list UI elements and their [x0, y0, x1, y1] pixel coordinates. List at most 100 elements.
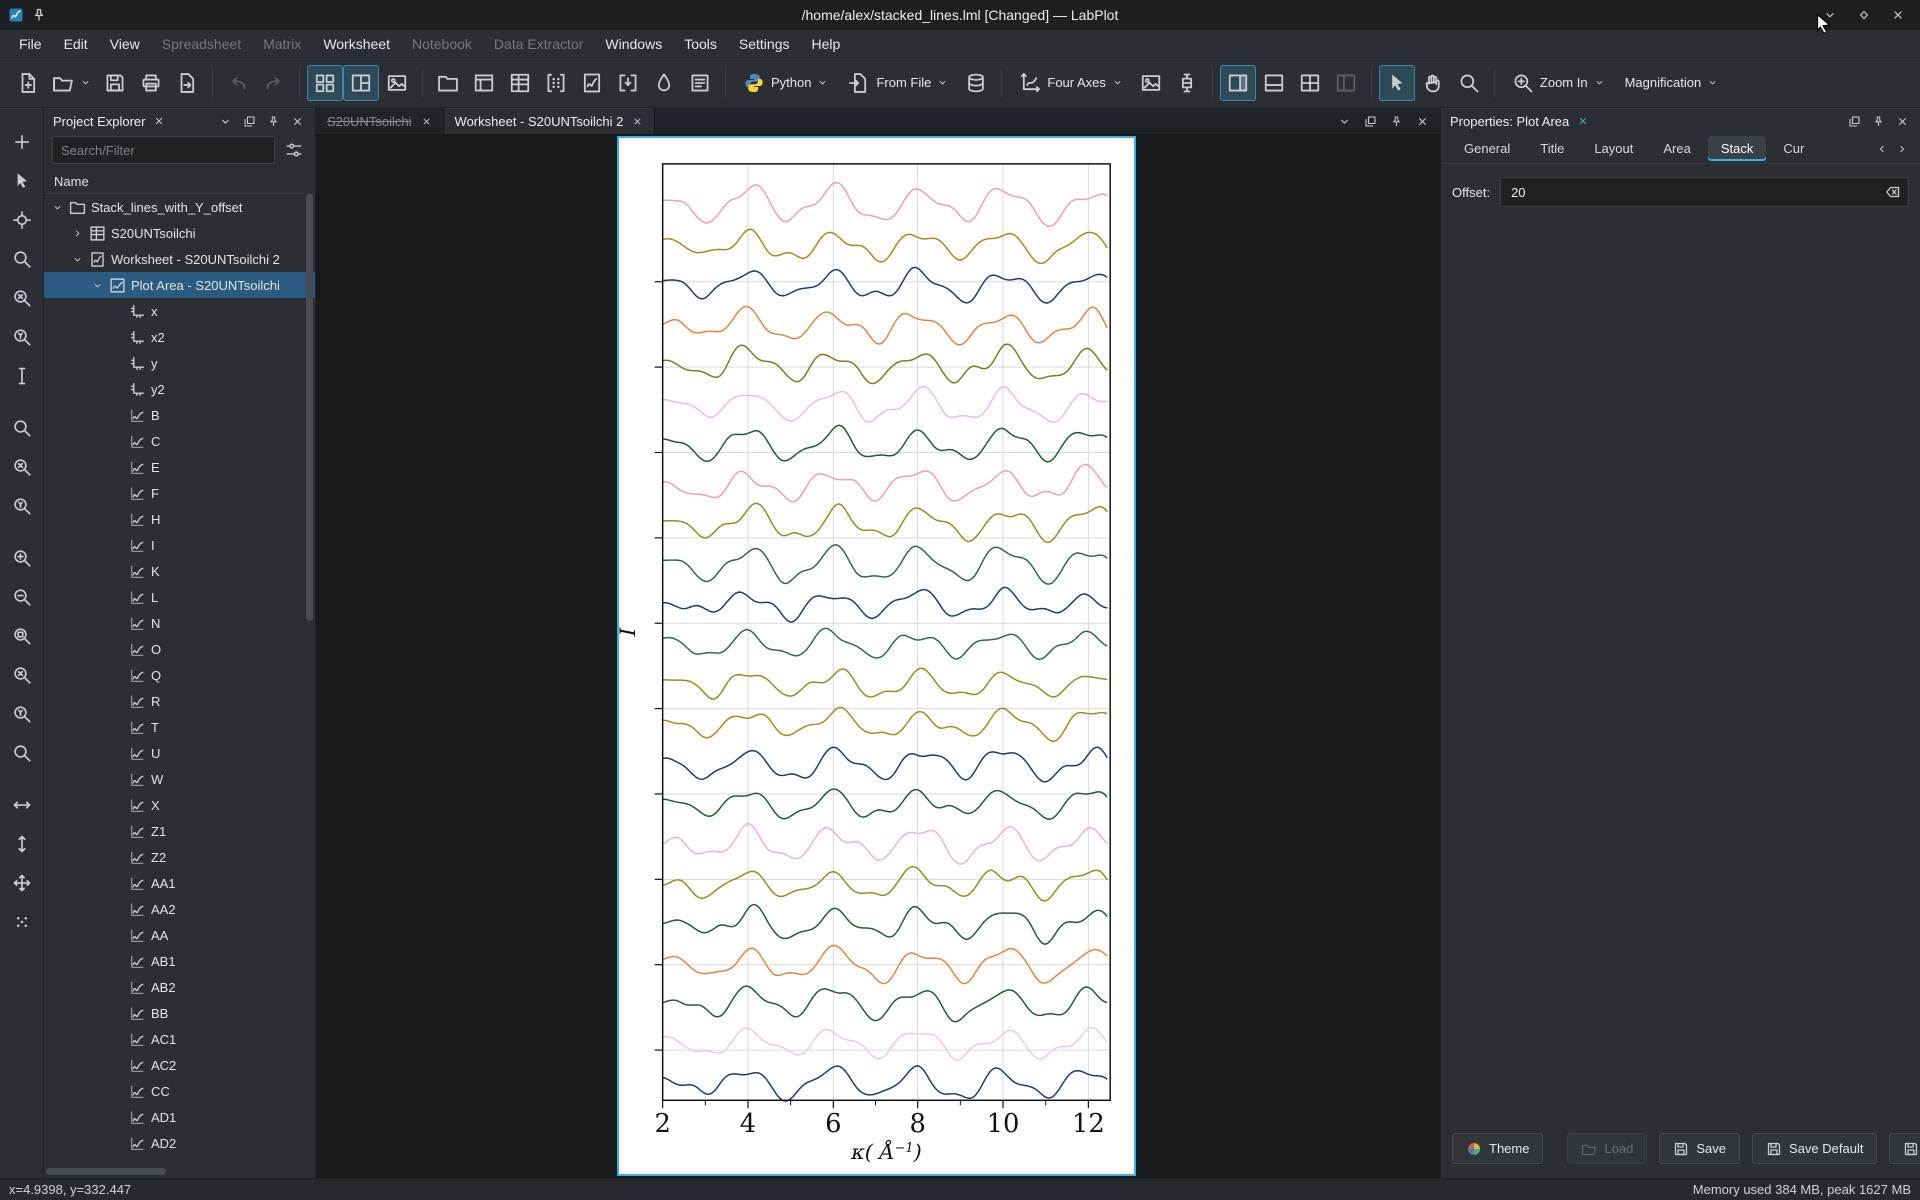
- tree-item-y2[interactable]: y2: [44, 376, 315, 402]
- curve-B[interactable]: [662, 181, 1108, 228]
- save-project-button[interactable]: [97, 65, 133, 101]
- new-folder-button[interactable]: [430, 65, 466, 101]
- properties-tab-general[interactable]: General: [1451, 136, 1523, 161]
- new-live-data-button[interactable]: [610, 65, 646, 101]
- zoom-fit-y-tool[interactable]: [10, 702, 34, 726]
- tree-item-ad1[interactable]: AD1: [44, 1104, 315, 1130]
- curve-E[interactable]: [662, 266, 1108, 304]
- add-plot-tool[interactable]: [10, 130, 34, 154]
- tree-item-h[interactable]: H: [44, 506, 315, 532]
- clear-offset-button[interactable]: [1884, 183, 1902, 201]
- menu-file[interactable]: File: [8, 33, 53, 55]
- close-button[interactable]: [1884, 4, 1912, 26]
- zoom-y-select-tool[interactable]: [10, 325, 34, 349]
- titlebar[interactable]: /home/alex/stacked_lines.lml [Changed] —…: [0, 0, 1920, 30]
- new-notebook-python-button[interactable]: Python: [733, 65, 838, 101]
- tabbar-close-button[interactable]: [1414, 113, 1431, 130]
- menu-edit[interactable]: Edit: [53, 33, 99, 55]
- redo-button[interactable]: [256, 65, 292, 101]
- curve-K[interactable]: [662, 424, 1108, 463]
- scroll-tabs-left-button[interactable]: [1873, 140, 1890, 157]
- dock-close-button[interactable]: [1576, 114, 1590, 128]
- curve-W[interactable]: [662, 746, 1108, 783]
- zoom-out-tool[interactable]: [10, 585, 34, 609]
- tree-item-u[interactable]: U: [44, 740, 315, 766]
- menu-tools[interactable]: Tools: [673, 33, 728, 55]
- menu-help[interactable]: Help: [800, 33, 851, 55]
- add-plot-four-axes-button[interactable]: Four Axes: [1009, 65, 1133, 101]
- minimize-button[interactable]: [1816, 4, 1844, 26]
- split-windows-button[interactable]: [343, 64, 379, 101]
- menu-settings[interactable]: Settings: [728, 33, 801, 55]
- shift-vertical-tool[interactable]: [10, 832, 34, 856]
- filter-options-button[interactable]: [281, 137, 307, 163]
- dock-layout-bottom-button[interactable]: [1256, 65, 1292, 101]
- dock-float-button[interactable]: [241, 113, 258, 130]
- tree-horizontal-scrollbar[interactable]: [46, 1167, 301, 1176]
- maximize-button[interactable]: [1850, 4, 1878, 26]
- menu-windows[interactable]: Windows: [594, 33, 673, 55]
- tree-item-z2[interactable]: Z2: [44, 844, 315, 870]
- curve-Z1[interactable]: [662, 823, 1108, 865]
- new-workbook-button[interactable]: [466, 65, 502, 101]
- import-from-file-button[interactable]: From File: [838, 65, 958, 101]
- data-picker-button[interactable]: [646, 65, 682, 101]
- export-image-button[interactable]: [379, 65, 415, 101]
- tree-item-w[interactable]: W: [44, 766, 315, 792]
- new-note-button[interactable]: [682, 65, 718, 101]
- curve-Z2[interactable]: [662, 865, 1108, 902]
- open-project-button[interactable]: [46, 65, 97, 101]
- tab-close-icon[interactable]: [632, 116, 643, 127]
- expand-arrow-icon[interactable]: [72, 228, 83, 239]
- curve-U[interactable]: [662, 706, 1108, 743]
- tree-item-o[interactable]: O: [44, 636, 315, 662]
- curve-I[interactable]: [662, 385, 1108, 423]
- tree-item-z1[interactable]: Z1: [44, 818, 315, 844]
- tree-item-y[interactable]: y: [44, 350, 315, 376]
- print-preview-button[interactable]: [169, 65, 205, 101]
- tree-item-bb[interactable]: BB: [44, 1000, 315, 1026]
- zoom-in-button[interactable]: Zoom In: [1502, 65, 1615, 101]
- tree-item-e[interactable]: E: [44, 454, 315, 480]
- tree-item-plot-area-s20untsoilchi[interactable]: Plot Area - S20UNTsoilchi: [44, 272, 315, 298]
- curve-C[interactable]: [662, 228, 1108, 265]
- dock-pin-button[interactable]: [1870, 113, 1887, 130]
- undo-button[interactable]: [220, 65, 256, 101]
- tree-item-stack-lines-with-y-offset[interactable]: Stack_lines_with_Y_offset: [44, 194, 315, 220]
- dock-close-button[interactable]: [1894, 113, 1911, 130]
- print-button[interactable]: [133, 65, 169, 101]
- properties-tab-cur[interactable]: Cur: [1770, 136, 1810, 161]
- import-sql-button[interactable]: [958, 65, 994, 101]
- tree-item-k[interactable]: K: [44, 558, 315, 584]
- menu-data-extractor[interactable]: Data Extractor: [483, 33, 594, 55]
- dock-layout-left-button[interactable]: [1328, 65, 1364, 101]
- load-button[interactable]: Load: [1567, 1133, 1648, 1164]
- curve-AA1[interactable]: [662, 903, 1108, 945]
- tree-item-ac1[interactable]: AC1: [44, 1026, 315, 1052]
- scrollbar-thumb[interactable]: [46, 1168, 166, 1175]
- tree-item-i[interactable]: I: [44, 532, 315, 558]
- tree-item-ab2[interactable]: AB2: [44, 974, 315, 1000]
- tree-item-x[interactable]: x: [44, 298, 315, 324]
- properties-tab-area[interactable]: Area: [1650, 136, 1703, 161]
- expand-arrow-icon[interactable]: [72, 254, 83, 265]
- tree-item-x2[interactable]: x2: [44, 324, 315, 350]
- tree-vertical-scrollbar[interactable]: [305, 194, 314, 1164]
- tabbar-pin-button[interactable]: [1388, 113, 1405, 130]
- move-tool[interactable]: [10, 871, 34, 895]
- new-matrix-button[interactable]: [538, 65, 574, 101]
- dock-close-button[interactable]: [152, 114, 166, 128]
- curve-AA[interactable]: [662, 985, 1108, 1023]
- tabbar-chevron-down-button[interactable]: [1336, 113, 1353, 130]
- tree-item-aa[interactable]: AA: [44, 922, 315, 948]
- tree-item-aa2[interactable]: AA2: [44, 896, 315, 922]
- tabbar-float-button[interactable]: [1362, 113, 1379, 130]
- zoom-x-region-tool[interactable]: [10, 455, 34, 479]
- magnification-button[interactable]: Magnification: [1615, 65, 1729, 101]
- curve-AB1[interactable]: [662, 1026, 1108, 1061]
- properties-tab-title[interactable]: Title: [1527, 136, 1577, 161]
- offset-input[interactable]: [1500, 177, 1909, 207]
- save-button[interactable]: Save: [1659, 1133, 1741, 1164]
- zoom-in-tool[interactable]: [10, 546, 34, 570]
- tree-item-ad2[interactable]: AD2: [44, 1130, 315, 1156]
